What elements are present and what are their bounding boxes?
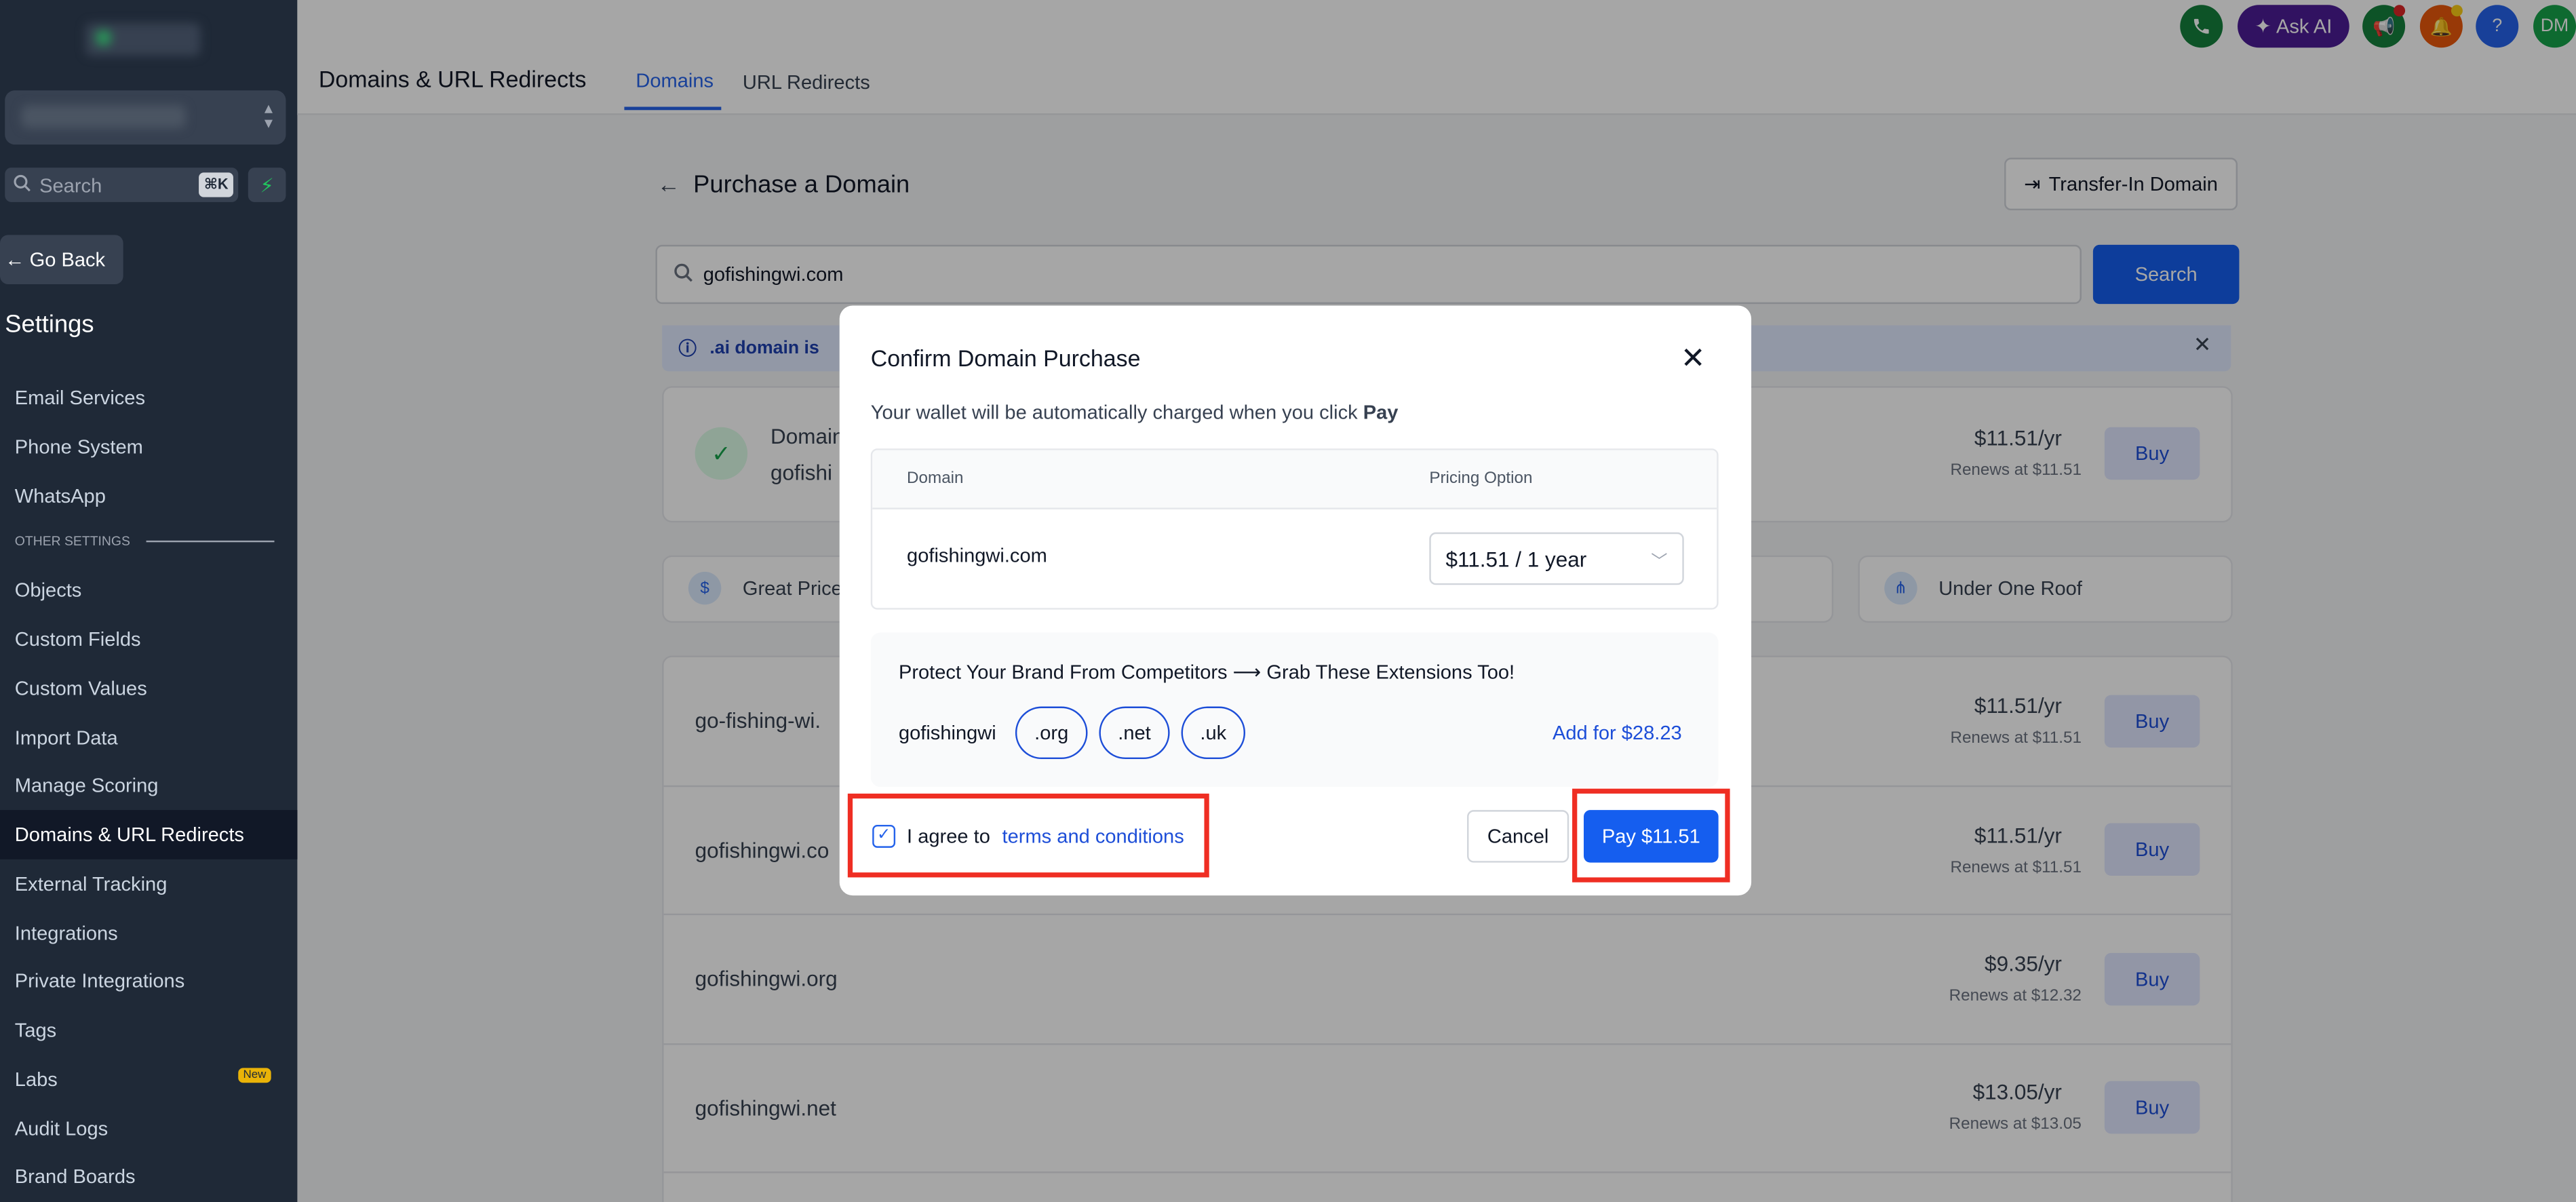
other-settings-section: OTHER SETTINGS bbox=[15, 534, 275, 549]
account-switcher[interactable]: ▴ ▾ bbox=[5, 90, 286, 145]
sidebar-item-import-data[interactable]: Import Data bbox=[15, 726, 118, 750]
table-header: Domain Pricing Option bbox=[872, 450, 1717, 509]
subtitle-text: Your wallet will be automatically charge… bbox=[870, 401, 1358, 424]
modal-title: Confirm Domain Purchase bbox=[870, 345, 1141, 372]
sidebar-item-phone-system[interactable]: Phone System bbox=[15, 435, 143, 459]
section-label: OTHER SETTINGS bbox=[14, 534, 130, 549]
sidebar-item-domains-url-redirects[interactable]: Domains & URL Redirects bbox=[0, 810, 298, 859]
extension-uk-chip[interactable]: .uk bbox=[1181, 706, 1246, 760]
extension-net-chip[interactable]: .net bbox=[1099, 706, 1170, 760]
sidebar-item-custom-values[interactable]: Custom Values bbox=[15, 677, 147, 700]
sidebar-item-integrations[interactable]: Integrations bbox=[15, 922, 118, 945]
search-icon bbox=[13, 174, 31, 197]
sidebar-item-whatsapp[interactable]: WhatsApp bbox=[15, 485, 106, 508]
sidebar-item-labs[interactable]: Labs bbox=[15, 1068, 58, 1091]
chevron-updown-icon: ▴ ▾ bbox=[264, 100, 273, 134]
sidebar-item-objects[interactable]: Objects bbox=[15, 579, 82, 602]
quick-action-bolt-icon[interactable]: ⚡ bbox=[248, 168, 286, 202]
sidebar-item-private-integrations[interactable]: Private Integrations bbox=[15, 969, 184, 992]
column-pricing-option: Pricing Option bbox=[1429, 469, 1533, 488]
add-extensions-link[interactable]: Add for $28.23 bbox=[1553, 721, 1682, 744]
arrow-left-icon: ← bbox=[5, 248, 25, 271]
terms-link[interactable]: terms and conditions bbox=[1002, 825, 1184, 848]
divider bbox=[147, 540, 275, 543]
pricing-option-select[interactable]: $11.51 / 1 year ﹀ bbox=[1429, 532, 1684, 585]
table-row-domain: gofishingwi.com bbox=[907, 543, 1047, 567]
purchase-table: Domain Pricing Option gofishingwi.com $1… bbox=[870, 448, 1719, 610]
agree-checkbox[interactable]: ✓ bbox=[872, 824, 896, 848]
go-back-label: Go Back bbox=[29, 248, 106, 271]
protect-brand-panel: Protect Your Brand From Competitors ⟶ Gr… bbox=[870, 632, 1719, 788]
protect-text: Protect Your Brand From Competitors ⟶ Gr… bbox=[898, 660, 1515, 684]
pricing-selected-value: $11.51 / 1 year bbox=[1445, 546, 1587, 571]
settings-heading: Settings bbox=[5, 310, 94, 338]
sidebar-item-email-services[interactable]: Email Services bbox=[15, 386, 145, 409]
sidebar-item-tags[interactable]: Tags bbox=[15, 1019, 56, 1042]
cancel-button[interactable]: Cancel bbox=[1467, 810, 1569, 863]
sidebar: ▴ ▾ Search ⌘K ⚡ ← Go Back Settings Email … bbox=[0, 0, 298, 1202]
sidebar-item-manage-scoring[interactable]: Manage Scoring bbox=[15, 774, 159, 797]
close-icon[interactable]: ✕ bbox=[1681, 343, 1706, 373]
account-name-blurred bbox=[21, 105, 186, 128]
go-back-button[interactable]: ← Go Back bbox=[0, 235, 123, 285]
shortcut-badge: ⌘K bbox=[199, 172, 233, 197]
agree-label: I agree to bbox=[907, 824, 990, 848]
sidebar-search-placeholder: Search bbox=[39, 173, 102, 197]
chevron-down-icon: ﹀ bbox=[1651, 554, 1668, 572]
sidebar-item-brand-boards[interactable]: Brand Boards bbox=[15, 1165, 136, 1188]
subtitle-bold: Pay bbox=[1363, 401, 1399, 424]
sidebar-item-custom-fields[interactable]: Custom Fields bbox=[15, 627, 141, 651]
sidebar-item-external-tracking[interactable]: External Tracking bbox=[15, 872, 168, 895]
extension-org-chip[interactable]: .org bbox=[1015, 706, 1088, 760]
column-domain: Domain bbox=[907, 469, 964, 488]
pay-button[interactable]: Pay $11.51 bbox=[1584, 810, 1719, 863]
sidebar-search-input[interactable]: Search ⌘K bbox=[5, 168, 239, 202]
protect-domain-name: gofishingwi bbox=[898, 721, 996, 745]
logo bbox=[85, 22, 201, 56]
new-badge: New bbox=[238, 1068, 271, 1083]
sidebar-item-audit-logs[interactable]: Audit Logs bbox=[15, 1117, 108, 1140]
modal-subtitle: Your wallet will be automatically charge… bbox=[871, 401, 1399, 424]
confirm-purchase-modal: Confirm Domain Purchase ✕ Your wallet wi… bbox=[839, 305, 1752, 896]
